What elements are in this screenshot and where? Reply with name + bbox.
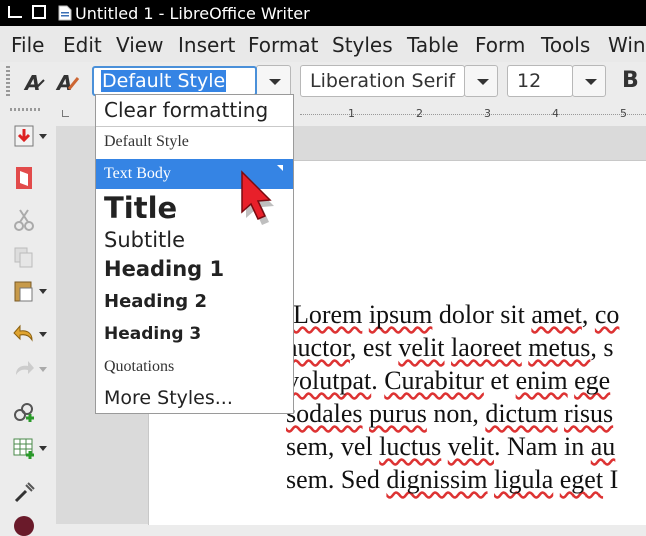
font-size-dropdown-button[interactable] xyxy=(572,65,606,97)
document-line[interactable]: sem. Sed dignissim ligula eget I xyxy=(286,465,618,495)
font-size-value: 12 xyxy=(517,70,542,92)
mouse-cursor-icon xyxy=(241,170,274,225)
window-title: Untitled 1 - LibreOffice Writer xyxy=(75,4,310,23)
svg-text:A: A xyxy=(55,71,72,94)
menu-styles[interactable]: Styles xyxy=(332,33,393,57)
tab-stop-icon[interactable] xyxy=(62,110,69,117)
paragraph-style-dropdown-button[interactable] xyxy=(256,65,291,97)
clear-formatting-label: Clear formatting xyxy=(104,98,269,122)
bold-button[interactable]: B xyxy=(622,68,639,93)
document-line[interactable]: sem, vel luctus velit. Nam in au xyxy=(286,432,615,462)
insert-hyperlink-icon[interactable] xyxy=(12,400,36,424)
style-item-subtitle[interactable]: Subtitle xyxy=(96,228,293,254)
menu-table[interactable]: Table xyxy=(407,33,459,57)
paragraph-style-list: Clear formatting Default Style Text Body… xyxy=(95,94,294,414)
undo-dropdown-icon[interactable] xyxy=(39,332,47,337)
more-styles-label: More Styles... xyxy=(104,387,233,409)
menu-format[interactable]: Format xyxy=(248,33,318,57)
export-dropdown-icon[interactable] xyxy=(39,134,47,139)
export-pdf-icon[interactable] xyxy=(12,124,36,148)
ruler-tick: 4 xyxy=(552,107,559,120)
update-style-icon[interactable]: A xyxy=(22,70,46,94)
menu-insert[interactable]: Insert xyxy=(178,33,235,57)
style-item-heading2[interactable]: Heading 2 xyxy=(96,289,293,319)
horizontal-ruler[interactable]: 1 2 3 4 5 xyxy=(300,104,646,126)
menu-window[interactable]: Win xyxy=(608,33,646,57)
undo-icon[interactable] xyxy=(12,322,36,346)
menu-bar: File Edit View Insert Format Styles Tabl… xyxy=(0,26,646,63)
ruler-tick: 2 xyxy=(416,107,423,120)
document-line[interactable]: auctor, est velit laoreet metus, s xyxy=(286,333,614,363)
redo-dropdown-icon[interactable] xyxy=(39,367,47,372)
style-item-heading1[interactable]: Heading 1 xyxy=(96,255,293,285)
style-heading1-label: Heading 1 xyxy=(104,257,225,281)
toolbar-grip[interactable] xyxy=(6,66,10,96)
svg-text:A: A xyxy=(23,71,40,94)
style-subtitle-label: Subtitle xyxy=(104,228,186,252)
style-default-label: Default Style xyxy=(104,133,189,150)
style-item-default[interactable]: Default Style xyxy=(96,128,293,158)
document-line[interactable]: sodales purus non, dictum risus xyxy=(286,399,613,429)
left-toolbar xyxy=(0,102,56,536)
menu-view[interactable]: View xyxy=(116,33,163,57)
paragraph-style-value: Default Style xyxy=(101,70,227,92)
font-name-dropdown-button[interactable] xyxy=(464,65,498,97)
new-style-icon[interactable]: A xyxy=(54,70,80,94)
style-text-body-label: Text Body xyxy=(104,165,171,182)
copy-icon[interactable] xyxy=(12,245,36,269)
document-line[interactable]: volutpat. Curabitur et enim ege xyxy=(286,366,610,396)
document-icon xyxy=(58,5,72,21)
maximize-icon[interactable] xyxy=(32,5,46,19)
ruler-tick: 5 xyxy=(620,107,627,120)
title-bar: Untitled 1 - LibreOffice Writer xyxy=(0,0,646,26)
clear-formatting-item[interactable]: Clear formatting xyxy=(96,95,293,125)
style-item-heading3[interactable]: Heading 3 xyxy=(96,321,293,351)
navigator-icon[interactable] xyxy=(12,512,36,536)
table-dropdown-icon[interactable] xyxy=(39,446,47,451)
redo-icon[interactable] xyxy=(12,357,36,381)
menu-form[interactable]: Form xyxy=(475,33,525,57)
pdf-icon[interactable] xyxy=(12,166,36,190)
ruler-tick: 3 xyxy=(484,107,491,120)
style-heading2-label: Heading 2 xyxy=(104,291,207,312)
style-quotations-label: Quotations xyxy=(104,358,175,375)
paste-icon[interactable] xyxy=(12,279,36,303)
font-name-box[interactable]: Liberation Serif xyxy=(300,65,465,97)
ruler-tick: 1 xyxy=(348,107,355,120)
menu-edit[interactable]: Edit xyxy=(63,33,102,57)
style-item-quotations[interactable]: Quotations xyxy=(96,355,293,383)
menu-tools[interactable]: Tools xyxy=(541,33,590,57)
menu-file[interactable]: File xyxy=(11,33,44,57)
style-heading3-label: Heading 3 xyxy=(104,324,202,344)
insert-table-icon[interactable] xyxy=(12,436,36,460)
font-size-box[interactable]: 12 xyxy=(507,65,573,97)
clone-formatting-icon[interactable] xyxy=(12,479,36,503)
more-styles-item[interactable]: More Styles... xyxy=(96,385,293,413)
document-line[interactable]: Lorem ipsum dolor sit amet, co xyxy=(293,300,619,330)
cut-icon[interactable] xyxy=(12,208,36,232)
window-menu-icon[interactable] xyxy=(8,6,22,18)
left-toolbar-grip[interactable] xyxy=(10,108,42,111)
paragraph-style-input[interactable]: Default Style xyxy=(92,66,257,96)
font-name-value: Liberation Serif xyxy=(310,70,456,92)
paste-dropdown-icon[interactable] xyxy=(39,289,47,294)
style-title-label: Title xyxy=(104,191,178,225)
separator xyxy=(96,126,293,127)
